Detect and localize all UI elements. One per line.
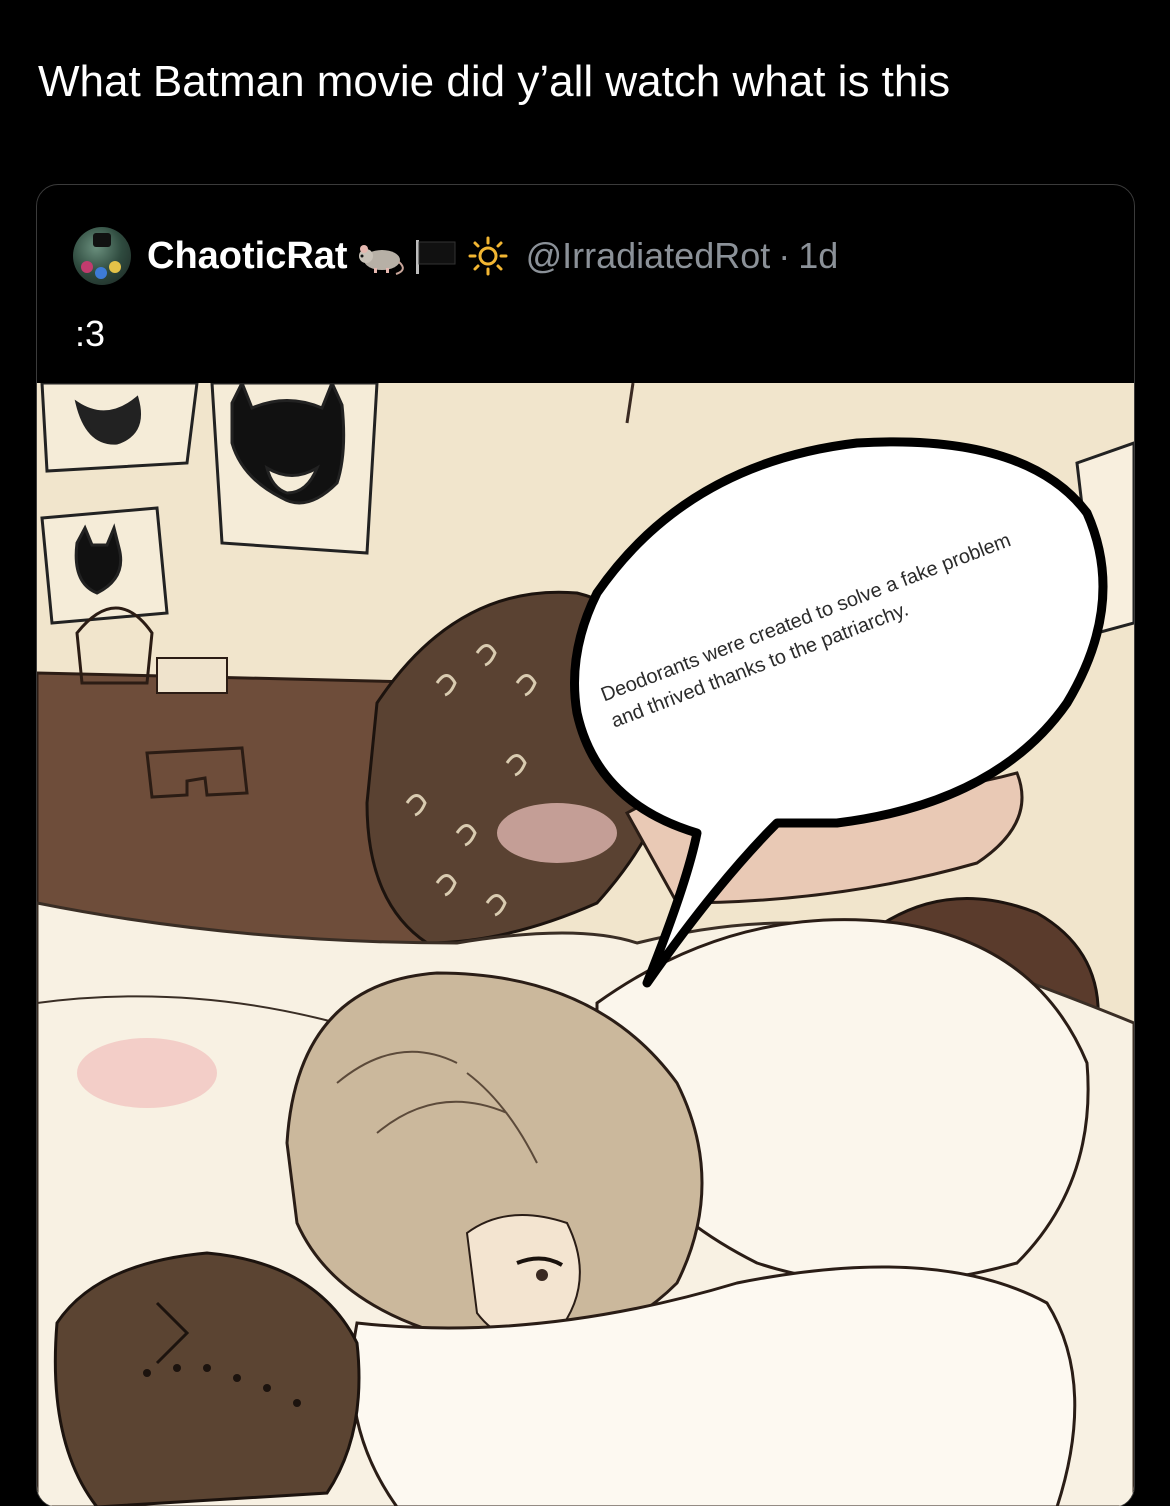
tweet-text: What Batman movie did y’all watch what i… [38,57,951,106]
quoted-tweet-image[interactable]: Deodorants were created to solve a fake … [37,383,1134,1506]
display-name[interactable]: ChaoticRat [147,235,348,278]
tweet-screenshot: What Batman movie did y’all watch what i… [0,0,1170,1506]
timestamp[interactable]: 1d [798,235,838,277]
quoted-tweet-header: ChaoticRat @IrradiatedRot · 1d [73,227,838,285]
sun-icon [464,234,512,278]
black-flag-icon [412,236,460,276]
separator: · [778,235,791,276]
avatar[interactable] [73,227,131,285]
quoted-tweet-card[interactable]: ChaoticRat @IrradiatedRot · 1d:3 Deodor… [36,184,1135,1506]
handle[interactable]: @IrradiatedRot [526,235,771,277]
rat-icon [352,236,408,276]
quoted-tweet-text: :3 [75,313,106,354]
